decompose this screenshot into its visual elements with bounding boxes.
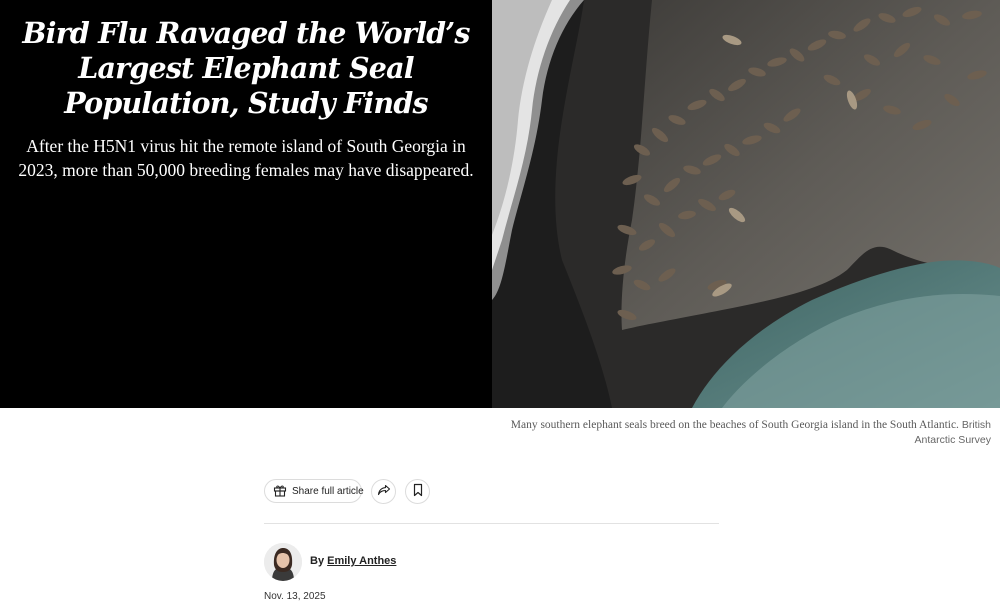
share-full-article-label: Share full article <box>292 485 364 497</box>
headline-panel: Bird Flu Ravaged the World’s Largest Ele… <box>0 0 492 408</box>
summary-dek: After the H5N1 virus hit the remote isla… <box>18 136 474 180</box>
save-button[interactable] <box>405 479 430 504</box>
share-full-article-button[interactable]: Share full article <box>264 479 364 503</box>
hero-photo <box>492 0 1000 408</box>
photo-caption: Many southern elephant seals breed on th… <box>491 418 991 448</box>
hero: Bird Flu Ravaged the World’s Largest Ele… <box>0 0 1000 408</box>
section-divider <box>264 523 719 524</box>
share-button[interactable] <box>371 479 396 504</box>
author-avatar[interactable] <box>264 543 302 581</box>
share-arrow-icon <box>377 482 391 501</box>
elephant-seals-aerial-image <box>492 0 1000 408</box>
byline: By Emily Anthes <box>310 555 396 567</box>
byline-prefix: By <box>310 555 325 567</box>
headline: Bird Flu Ravaged the World’s Largest Ele… <box>22 16 470 120</box>
bookmark-icon <box>412 482 424 501</box>
author-link[interactable]: Emily Anthes <box>327 555 396 567</box>
publish-date: Nov. 13, 2025 <box>264 591 326 602</box>
author-portrait-image <box>264 543 302 581</box>
gift-icon <box>273 482 287 501</box>
caption-text: Many southern elephant seals breed on th… <box>510 419 959 431</box>
